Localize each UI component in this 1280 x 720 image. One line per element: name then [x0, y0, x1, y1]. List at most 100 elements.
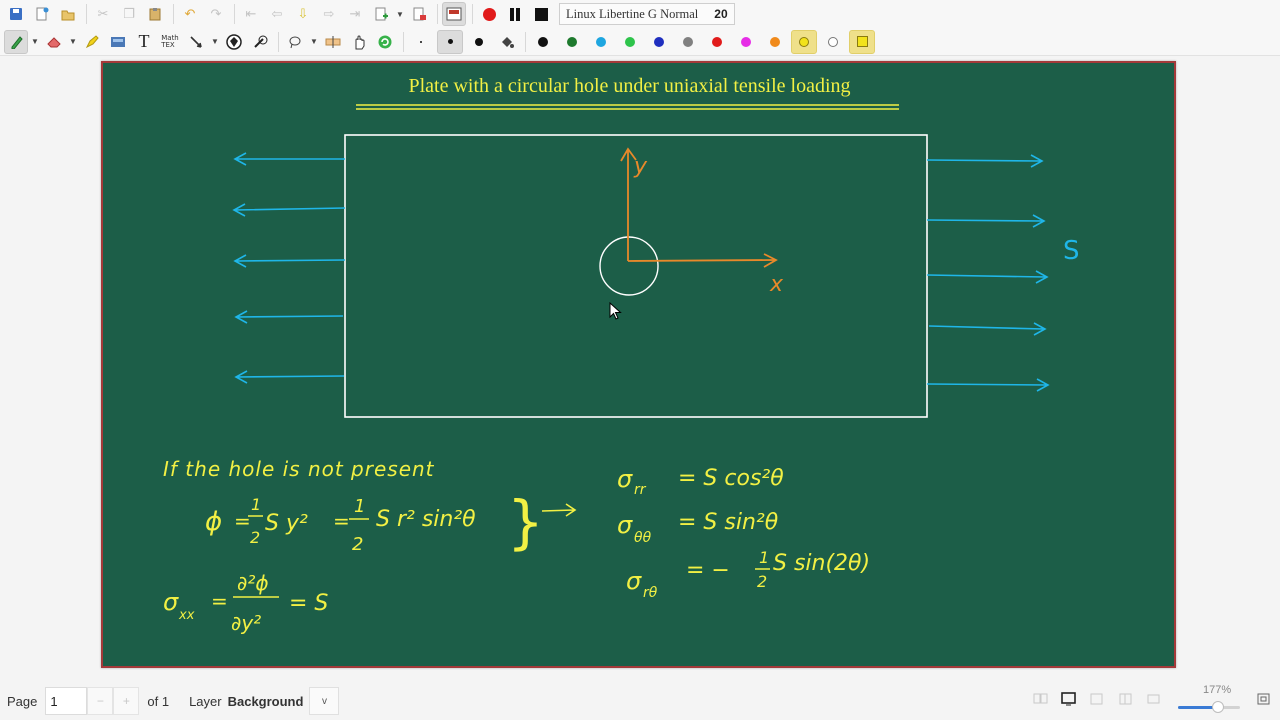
layout-single-page-icon[interactable]	[1061, 692, 1077, 706]
tools-toolbar: ▼ ▼ T Math TEX ▼ ▼	[0, 28, 1280, 56]
equals-sign: =	[234, 509, 251, 533]
shape-recognizer-icon[interactable]	[222, 30, 246, 54]
separator	[403, 31, 404, 52]
color-dot-icon	[741, 36, 751, 47]
status-bar: Page 1 − + of 1 Layer Background v	[0, 682, 1280, 720]
separator	[234, 4, 235, 24]
color-swatch[interactable]	[588, 30, 614, 54]
save-icon[interactable]	[4, 2, 28, 26]
page-number-input[interactable]: 1	[45, 687, 88, 715]
color-swatch[interactable]	[617, 30, 643, 54]
next-page-icon[interactable]: ⇨	[317, 2, 341, 26]
polar-stress-equations: σ rr = S cos²θ σ θθ = S sin²θ σ rθ = − 1…	[617, 465, 870, 601]
pen-size-fine[interactable]	[408, 30, 434, 54]
highlighter-icon[interactable]	[80, 30, 104, 54]
mouse-cursor-icon	[609, 302, 622, 320]
font-selector[interactable]: Linux Libertine G Normal 20	[559, 3, 735, 25]
layout-book-icon[interactable]	[1033, 692, 1049, 706]
sigma-rt-subscript: rθ	[643, 585, 658, 601]
load-arrow	[926, 154, 1044, 168]
last-page-icon[interactable]: ⇥	[343, 2, 367, 26]
page-label: Page	[7, 693, 38, 709]
color-swatch[interactable]	[530, 30, 556, 54]
pen-size-medium[interactable]	[437, 29, 463, 54]
chevron-down-icon[interactable]: ▼	[395, 10, 405, 19]
drawing-canvas[interactable]: Plate with a circular hole under uniaxia…	[101, 61, 1176, 668]
open-folder-icon[interactable]	[56, 2, 80, 26]
layout-horizontal-icon[interactable]	[1146, 692, 1162, 706]
color-swatch[interactable]	[704, 30, 730, 54]
color-swatch[interactable]	[675, 30, 701, 54]
page-increment-button[interactable]: +	[113, 687, 140, 715]
cut-icon[interactable]: ✂	[91, 2, 115, 26]
magic-wand-icon[interactable]	[248, 30, 272, 54]
undo-icon[interactable]: ↶	[178, 2, 202, 26]
color-swatch[interactable]	[559, 30, 585, 54]
color-swatch[interactable]	[733, 30, 759, 54]
fullscreen-icon[interactable]	[442, 2, 466, 26]
sigma-tt-rhs: = S sin²θ	[678, 510, 779, 535]
chevron-down-icon[interactable]: ▼	[210, 37, 220, 46]
goto-page-icon[interactable]: ⇩	[291, 2, 315, 26]
y-axis-label: y	[633, 154, 648, 179]
fraction-denominator: 2	[352, 534, 363, 555]
text-tool-icon[interactable]: T	[132, 30, 156, 54]
layer-label: Layer	[189, 693, 222, 709]
record-icon[interactable]	[477, 2, 501, 26]
layer-dropdown[interactable]: v	[309, 687, 340, 715]
paste-icon[interactable]	[143, 2, 167, 26]
pause-icon[interactable]	[503, 2, 527, 26]
color-swatch[interactable]	[820, 30, 846, 54]
zoom-slider[interactable]	[1178, 701, 1240, 713]
fraction-denominator: 2	[250, 528, 260, 547]
color-dot-icon	[828, 36, 838, 47]
layout-grid-icon[interactable]	[1118, 692, 1134, 706]
highlight-color-swatch[interactable]	[849, 29, 875, 54]
layout-rotate-icon[interactable]	[1089, 692, 1105, 706]
fullscreen-toggle-icon[interactable]	[1256, 692, 1272, 706]
chevron-down-icon[interactable]: ▼	[30, 37, 40, 46]
first-page-icon[interactable]: ⇤	[239, 2, 263, 26]
vertical-space-icon[interactable]	[321, 30, 345, 54]
insert-page-icon[interactable]	[369, 2, 393, 26]
color-swatch[interactable]	[762, 30, 788, 54]
fraction-numerator: 1	[759, 548, 769, 567]
pen-tool-icon[interactable]	[4, 29, 28, 54]
chevron-down-icon[interactable]: ▼	[68, 37, 78, 46]
eraser-icon[interactable]	[42, 30, 66, 54]
image-tool-icon[interactable]	[106, 30, 130, 54]
arrow-tool-icon[interactable]	[184, 30, 208, 54]
fraction-denominator: 2	[757, 572, 767, 591]
refresh-icon[interactable]	[373, 30, 397, 54]
hand-tool-icon[interactable]	[347, 30, 371, 54]
color-dot-icon	[538, 36, 548, 47]
right-load-arrows	[926, 154, 1050, 392]
color-dot-icon	[654, 36, 664, 47]
layer-value: Background	[227, 693, 304, 709]
derivative-numerator: ∂²ϕ	[237, 571, 269, 595]
app-window: ✂ ❐ ↶ ↷ ⇤ ⇦ ⇩ ⇨ ⇥ ▼ Linux Libertine G No…	[0, 0, 1280, 720]
load-arrow	[928, 322, 1047, 336]
color-dot-icon	[712, 36, 722, 47]
zoom-level: 177%	[1203, 684, 1232, 696]
pen-size-thick[interactable]	[466, 30, 492, 54]
copy-icon[interactable]: ❐	[117, 2, 141, 26]
fill-icon[interactable]	[495, 30, 519, 54]
color-swatch[interactable]	[646, 30, 672, 54]
stop-icon[interactable]	[529, 2, 553, 26]
color-dot-icon	[683, 36, 693, 47]
color-swatch[interactable]	[791, 29, 817, 54]
redo-icon[interactable]: ↷	[204, 2, 228, 26]
page-count: of 1	[147, 693, 170, 709]
font-size: 20	[714, 7, 728, 21]
chevron-down-icon[interactable]: ▼	[309, 37, 319, 46]
arrow-line	[541, 503, 577, 517]
delete-page-icon[interactable]	[407, 2, 431, 26]
page-decrement-button[interactable]: −	[87, 687, 114, 715]
math-tex-icon[interactable]: Math TEX	[158, 30, 182, 54]
new-document-icon[interactable]	[30, 2, 54, 26]
sigma-subscript: xx	[178, 608, 195, 623]
lasso-select-icon[interactable]	[283, 30, 307, 54]
fraction-numerator: 1	[251, 495, 261, 514]
previous-page-icon[interactable]: ⇦	[265, 2, 289, 26]
